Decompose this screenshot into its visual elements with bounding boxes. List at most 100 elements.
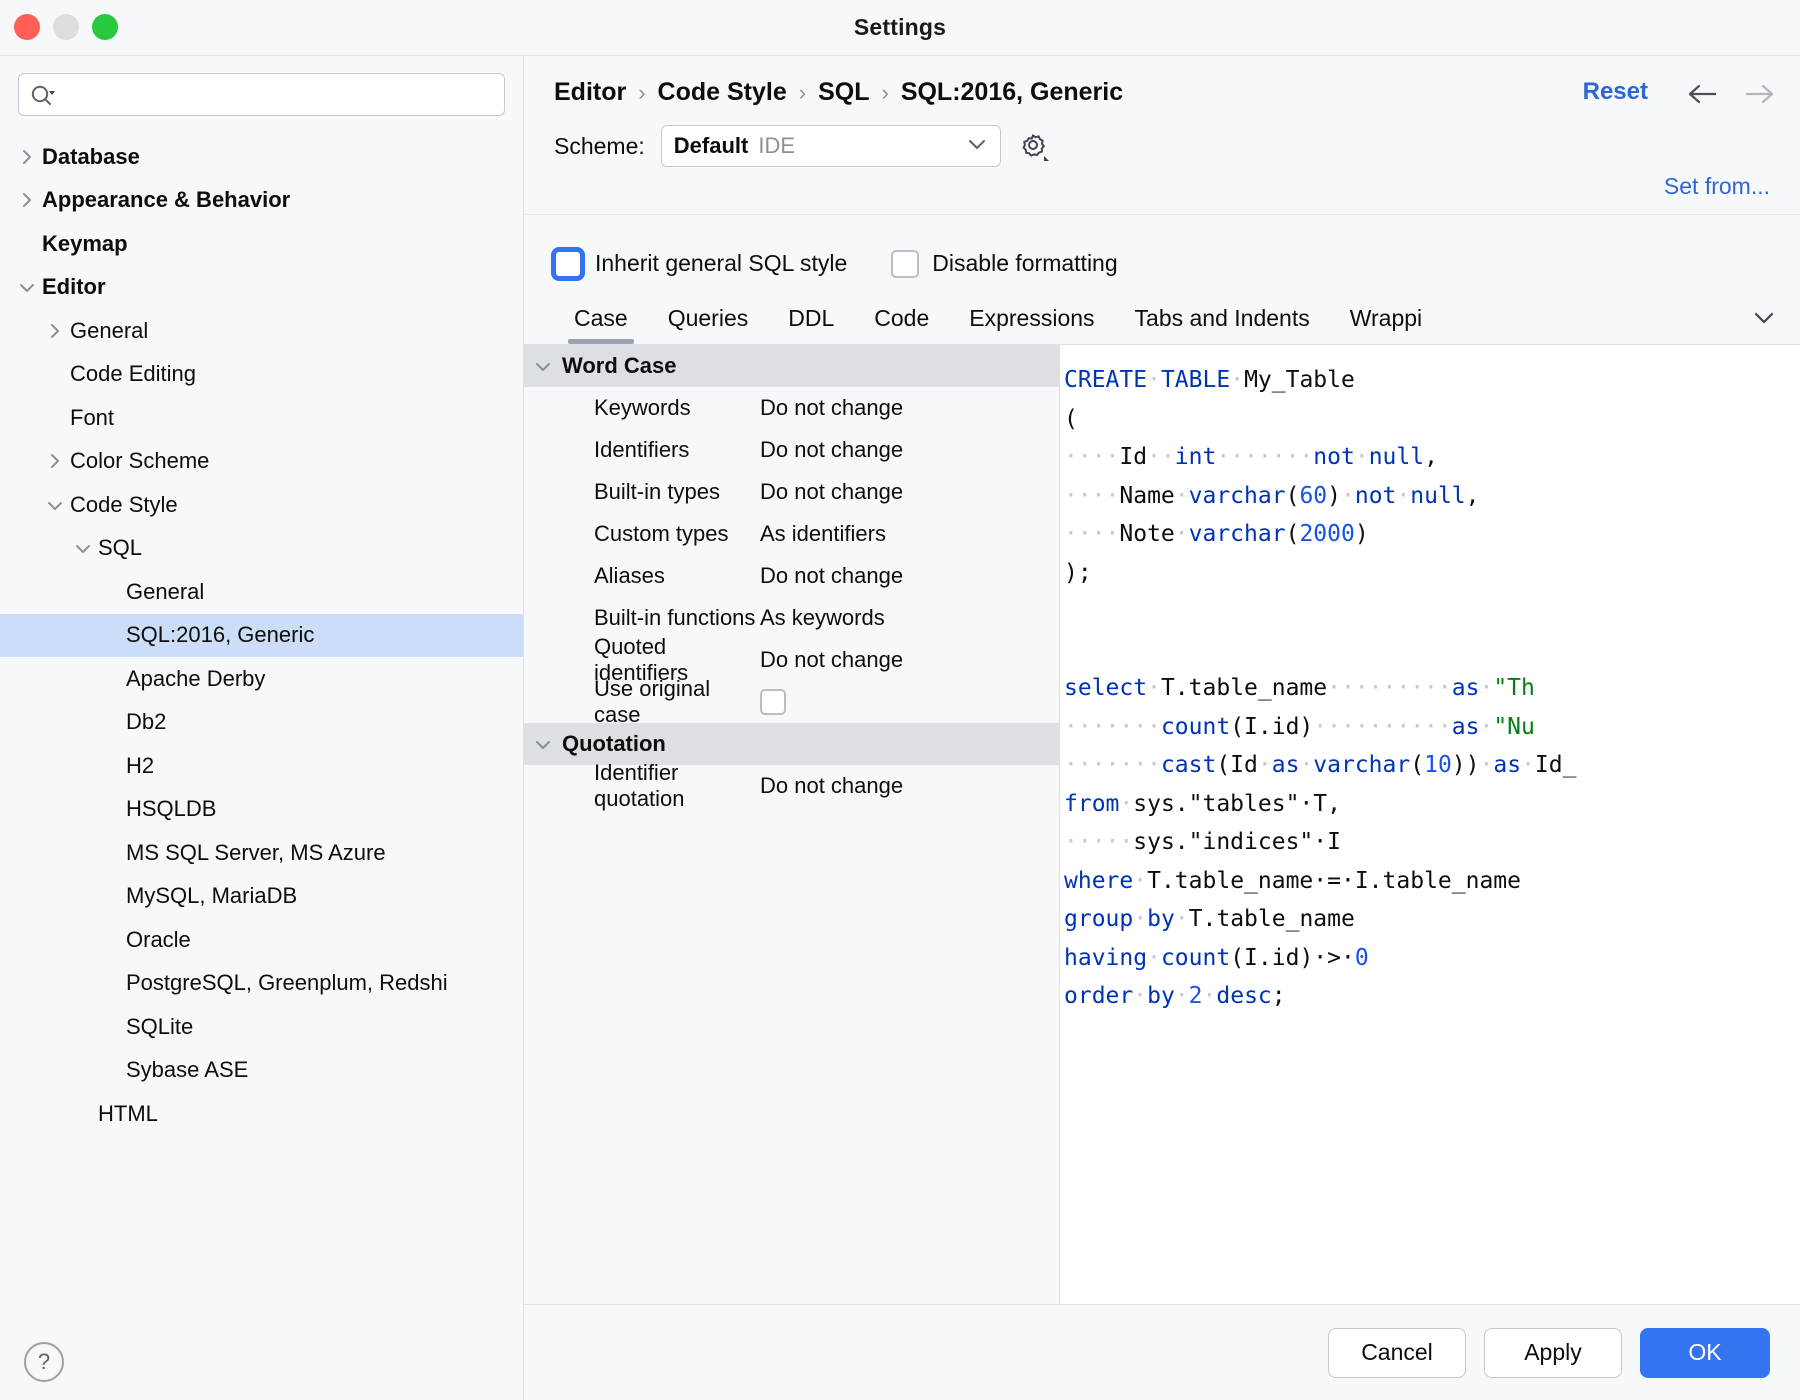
sidebar-item-general[interactable]: General [0, 309, 523, 353]
setting-row[interactable]: Custom typesAs identifiers [524, 513, 1059, 555]
tab-case[interactable]: Case [554, 305, 648, 344]
setting-value[interactable]: Do not change [760, 395, 903, 421]
sidebar-item-ms-sql-server-ms-azure[interactable]: MS SQL Server, MS Azure [0, 831, 523, 875]
sidebar-item-sqlite[interactable]: SQLite [0, 1005, 523, 1049]
breadcrumb-item-code-style[interactable]: Code Style [658, 78, 787, 107]
sidebar-item-color-scheme[interactable]: Color Scheme [0, 440, 523, 484]
setting-row[interactable]: Built-in typesDo not change [524, 471, 1059, 513]
setting-row[interactable]: IdentifiersDo not change [524, 429, 1059, 471]
sidebar-item-keymap[interactable]: Keymap [0, 222, 523, 266]
sidebar-item-sybase-ase[interactable]: Sybase ASE [0, 1049, 523, 1093]
chevron-right-icon[interactable] [12, 190, 42, 210]
code-line [1064, 592, 1800, 631]
setting-row[interactable]: AliasesDo not change [524, 555, 1059, 597]
chevron-down-icon[interactable] [1740, 309, 1800, 344]
breadcrumb-item-editor[interactable]: Editor [554, 78, 626, 107]
set-from-link[interactable]: Set from... [1664, 173, 1770, 200]
inherit-general-sql-style-checkbox[interactable] [554, 250, 582, 278]
code-token: ·········· [1313, 714, 1451, 740]
sidebar-item-sql[interactable]: SQL [0, 527, 523, 571]
chevron-right-icon[interactable] [40, 451, 70, 471]
tab-bar[interactable]: CaseQueriesDDLCodeExpressionsTabs and In… [524, 288, 1800, 344]
search-box[interactable] [18, 73, 505, 116]
minimize-button[interactable] [53, 14, 79, 40]
sidebar-item-db2[interactable]: Db2 [0, 701, 523, 745]
sidebar-item-apache-derby[interactable]: Apache Derby [0, 657, 523, 701]
sidebar-item-label: H2 [126, 753, 154, 779]
setting-row[interactable]: Use original case [524, 681, 1059, 723]
sidebar-item-mysql-mariadb[interactable]: MySQL, MariaDB [0, 875, 523, 919]
code-line: from·sys."tables"·T, [1064, 785, 1800, 824]
tab-ddl[interactable]: DDL [768, 305, 854, 344]
inherit-general-sql-style-row[interactable]: Inherit general SQL style [554, 250, 847, 278]
sidebar-item-appearance-behavior[interactable]: Appearance & Behavior [0, 179, 523, 223]
sidebar-item-general[interactable]: General [0, 570, 523, 614]
chevron-down-icon[interactable] [12, 280, 42, 294]
arrow-left-icon[interactable] [1686, 82, 1720, 106]
scheme-label: Scheme: [554, 133, 645, 160]
tab-expressions[interactable]: Expressions [949, 305, 1114, 344]
chevron-right-icon[interactable] [40, 321, 70, 341]
help-button[interactable]: ? [24, 1342, 64, 1382]
sidebar-item-postgresql-greenplum-redshi[interactable]: PostgreSQL, Greenplum, Redshi [0, 962, 523, 1006]
breadcrumb[interactable]: Editor›Code Style›SQL›SQL:2016, Generic [554, 78, 1583, 107]
disable-formatting-row[interactable]: Disable formatting [891, 250, 1117, 278]
sidebar-item-font[interactable]: Font [0, 396, 523, 440]
setting-row[interactable]: Identifier quotationDo not change [524, 765, 1059, 807]
code-token: , [1466, 483, 1480, 509]
tab-wrappi[interactable]: Wrappi [1330, 305, 1442, 344]
setting-row[interactable]: Built-in functionsAs keywords [524, 597, 1059, 639]
code-token: T.table_name [1147, 868, 1313, 894]
sidebar-item-code-style[interactable]: Code Style [0, 483, 523, 527]
setting-value[interactable]: As identifiers [760, 521, 886, 547]
setting-value[interactable]: Do not change [760, 479, 903, 505]
setting-value[interactable]: As keywords [760, 605, 885, 631]
settings-group-header[interactable]: Quotation [524, 723, 1059, 765]
sidebar-item-oracle[interactable]: Oracle [0, 918, 523, 962]
sidebar-item-database[interactable]: Database [0, 135, 523, 179]
setting-row[interactable]: KeywordsDo not change [524, 387, 1059, 429]
tab-tabs-and-indents[interactable]: Tabs and Indents [1115, 305, 1330, 344]
sidebar-item-sql-2016-generic[interactable]: SQL:2016, Generic [0, 614, 523, 658]
chevron-down-icon[interactable] [40, 498, 70, 512]
chevron-down-icon[interactable] [524, 359, 562, 373]
disable-formatting-checkbox[interactable] [891, 250, 919, 278]
setting-value[interactable]: Do not change [760, 437, 903, 463]
scheme-select[interactable]: Default IDE [661, 125, 1001, 167]
setting-row[interactable]: Quoted identifiersDo not change [524, 639, 1059, 681]
traffic-lights [14, 14, 118, 40]
breadcrumb-item-sql-2016-generic[interactable]: SQL:2016, Generic [901, 78, 1123, 107]
code-token: int [1175, 444, 1217, 470]
sidebar-item-html[interactable]: HTML [0, 1092, 523, 1136]
ok-button[interactable]: OK [1640, 1328, 1770, 1378]
sidebar-item-h2[interactable]: H2 [0, 744, 523, 788]
code-token: having [1064, 945, 1147, 971]
setting-value[interactable]: Do not change [760, 773, 903, 799]
tab-queries[interactable]: Queries [648, 305, 769, 344]
close-button[interactable] [14, 14, 40, 40]
tab-code[interactable]: Code [854, 305, 949, 344]
reset-link[interactable]: Reset [1583, 78, 1648, 106]
setting-value[interactable]: Do not change [760, 563, 903, 589]
apply-button[interactable]: Apply [1484, 1328, 1622, 1378]
setting-checkbox[interactable] [760, 689, 786, 715]
cancel-button[interactable]: Cancel [1328, 1328, 1466, 1378]
code-token: · [1521, 752, 1535, 778]
setting-name: Aliases [524, 563, 760, 589]
settings-tree[interactable]: DatabaseAppearance & BehaviorKeymapEdito… [0, 126, 523, 1400]
sidebar-item-editor[interactable]: Editor [0, 266, 523, 310]
arrow-right-icon[interactable] [1742, 82, 1776, 106]
chevron-right-icon[interactable] [12, 147, 42, 167]
settings-group-header[interactable]: Word Case [524, 345, 1059, 387]
sidebar-item-hsqldb[interactable]: HSQLDB [0, 788, 523, 832]
settings-options-list[interactable]: Word CaseKeywordsDo not changeIdentifier… [524, 345, 1060, 1304]
search-input[interactable] [57, 84, 494, 106]
chevron-down-icon[interactable] [524, 737, 562, 751]
chevron-down-icon[interactable] [68, 541, 98, 555]
sidebar-item-code-editing[interactable]: Code Editing [0, 353, 523, 397]
code-token: TABLE [1161, 367, 1230, 393]
breadcrumb-item-sql[interactable]: SQL [818, 78, 869, 107]
setting-value[interactable]: Do not change [760, 647, 903, 673]
zoom-button[interactable] [92, 14, 118, 40]
gear-icon[interactable] [1017, 129, 1051, 163]
